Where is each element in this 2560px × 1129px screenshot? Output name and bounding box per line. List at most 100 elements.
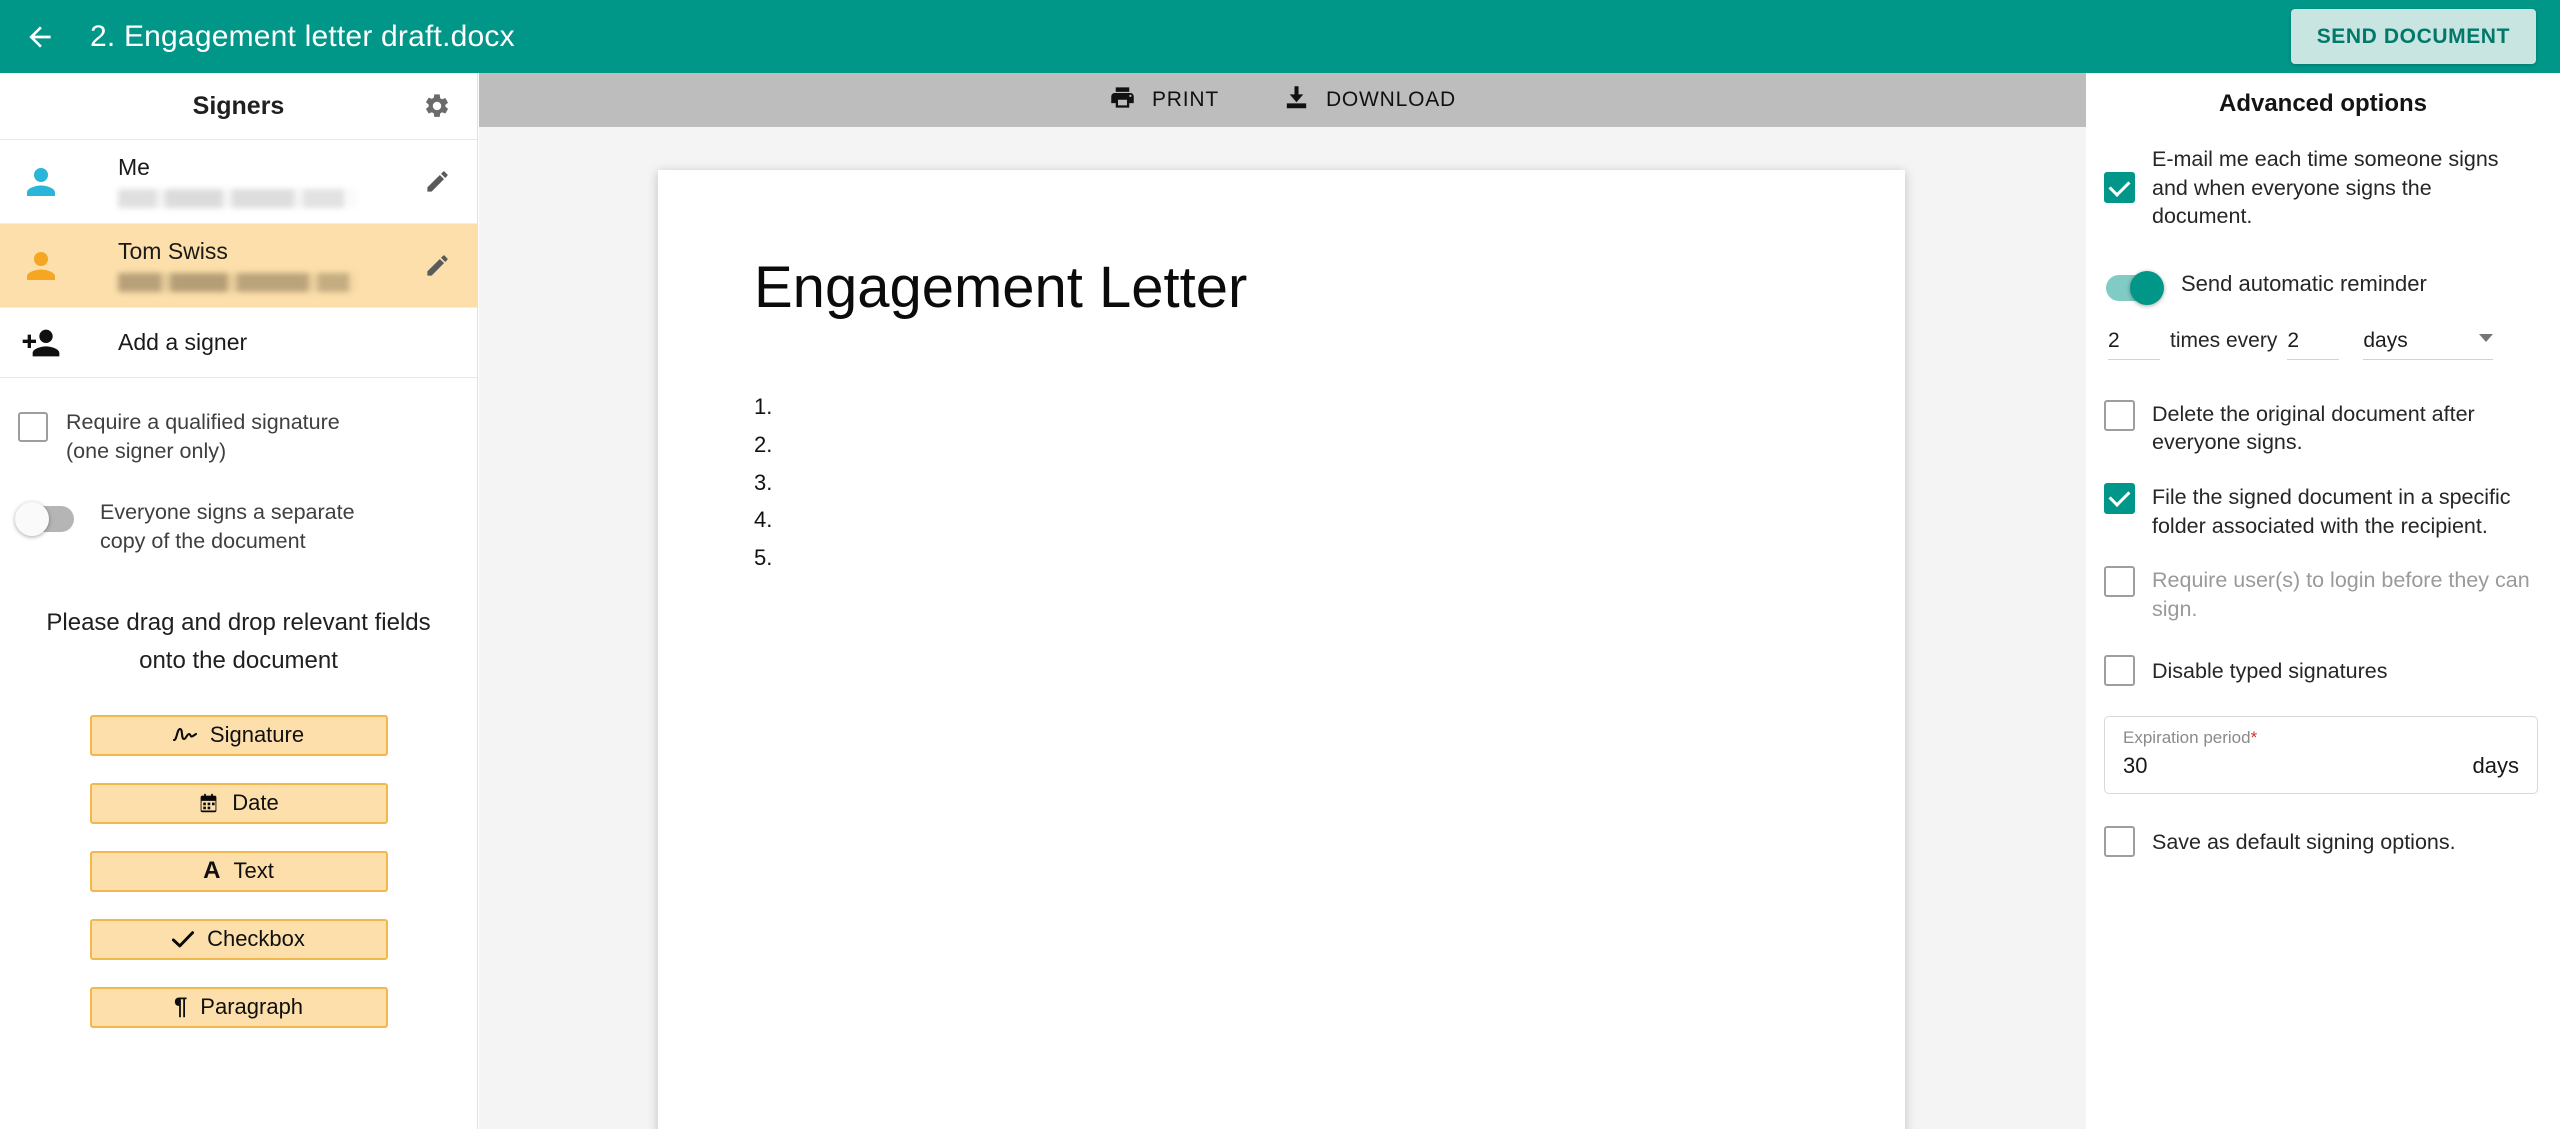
delete-original-label: Delete the original document after every… — [2152, 401, 2475, 455]
delete-original-checkbox[interactable] — [2104, 399, 2135, 431]
send-document-button[interactable]: SEND DOCUMENT — [2290, 9, 2536, 64]
download-label: DOWNLOAD — [1325, 88, 1457, 111]
reminder-separator-label: times every — [2170, 328, 2278, 352]
reminder-frequency-row: 2 times every 2 days — [2086, 329, 2560, 360]
separate-copy-option[interactable]: Everyone signs a separate copy of the do… — [0, 498, 477, 556]
reminder-count-input[interactable]: 2 — [2108, 329, 2160, 360]
require-login-option[interactable]: Require user(s) to login before they can… — [2086, 566, 2560, 623]
signer-info: Tom Swiss — [68, 237, 463, 293]
back-arrow-icon[interactable] — [18, 15, 62, 59]
chevron-down-icon — [2479, 334, 2494, 343]
separate-copy-label: Everyone signs a separate copy of the do… — [100, 500, 355, 554]
field-button-text[interactable]: A Text — [89, 850, 388, 892]
field-button-date[interactable]: Date — [89, 782, 388, 824]
expiration-period-field[interactable]: Expiration period* 30 days — [2104, 716, 2538, 795]
automatic-reminder-option[interactable]: Send automatic reminder — [2086, 267, 2560, 305]
add-signer-label: Add a signer — [118, 329, 248, 355]
require-login-label: Require user(s) to login before they can… — [2152, 568, 2530, 621]
qualified-signature-checkbox[interactable] — [18, 412, 48, 442]
person-add-icon — [14, 323, 68, 363]
print-button[interactable]: PRINT — [1109, 84, 1219, 117]
qualified-signature-option[interactable]: Require a qualified signature (one signe… — [0, 408, 477, 466]
disable-typed-signatures-option[interactable]: Disable typed signatures — [2086, 655, 2560, 687]
reminder-interval-input[interactable]: 2 — [2287, 329, 2340, 360]
signer-info: Me — [68, 153, 463, 209]
signers-header: Signers — [0, 73, 477, 140]
document-page[interactable]: Engagement Letter 1. 2. 3. 4. 5. — [658, 170, 1905, 1129]
download-button[interactable]: DOWNLOAD — [1283, 84, 1456, 117]
save-default-label: Save as default signing options. — [2152, 829, 2456, 854]
signature-icon — [172, 727, 197, 743]
signer-row[interactable]: Tom Swiss — [0, 224, 477, 308]
email-notification-checkbox[interactable] — [2104, 172, 2135, 204]
document-heading: Engagement Letter — [754, 255, 1248, 320]
list-item: 4. — [754, 507, 773, 533]
field-button-paragraph[interactable]: ¶ Paragraph — [89, 986, 388, 1028]
required-marker: * — [2250, 728, 2258, 748]
save-default-option[interactable]: Save as default signing options. — [2086, 826, 2560, 858]
text-icon: A — [203, 857, 221, 885]
signer-row[interactable]: Me — [0, 140, 477, 224]
separate-copy-toggle[interactable] — [15, 502, 74, 537]
reminder-unit-select[interactable]: days — [2363, 328, 2494, 360]
document-title: 2. Engagement letter draft.docx — [90, 19, 515, 53]
disable-typed-signatures-label: Disable typed signatures — [2152, 658, 2388, 683]
toggle-knob — [2130, 270, 2164, 305]
toggle-knob — [15, 502, 49, 537]
paragraph-icon: ¶ — [173, 993, 188, 1021]
qualified-signature-label: Require a qualified signature (one signe… — [66, 410, 340, 464]
signers-title: Signers — [192, 91, 285, 120]
add-signer-button[interactable]: Add a signer — [0, 308, 477, 378]
printer-icon — [1109, 84, 1136, 117]
avatar — [14, 162, 68, 202]
field-button-signature[interactable]: Signature — [89, 714, 388, 756]
gear-icon[interactable] — [417, 86, 457, 126]
field-button-checkbox[interactable]: Checkbox — [89, 918, 388, 960]
check-icon — [172, 931, 195, 948]
expiration-period-unit: days — [2472, 753, 2519, 779]
document-numbered-list: 1. 2. 3. 4. 5. — [754, 388, 772, 577]
advanced-options-panel: Advanced options E-mail me each time som… — [2086, 73, 2560, 1129]
automatic-reminder-toggle[interactable] — [2106, 270, 2164, 305]
reminder-unit-value: days — [2363, 328, 2408, 352]
file-signed-document-label: File the signed document in a specific f… — [2152, 484, 2511, 538]
automatic-reminder-label: Send automatic reminder — [2181, 270, 2427, 296]
print-label: PRINT — [1151, 88, 1219, 111]
list-item: 5. — [754, 545, 773, 571]
field-button-label: Paragraph — [200, 994, 304, 1020]
app-bar: 2. Engagement letter draft.docx SEND DOC… — [0, 0, 2560, 73]
file-signed-document-checkbox[interactable] — [2104, 482, 2135, 514]
pencil-icon[interactable] — [419, 164, 455, 200]
document-viewer: PRINT DOWNLOAD Engagement Letter 1. 2. 3… — [479, 73, 2086, 1129]
list-item: 2. — [754, 431, 773, 457]
disable-typed-signatures-checkbox[interactable] — [2104, 655, 2135, 687]
email-notification-option[interactable]: E-mail me each time someone signs and wh… — [2086, 145, 2560, 231]
download-icon — [1283, 84, 1310, 117]
list-item: 3. — [754, 469, 773, 495]
email-notification-label: E-mail me each time someone signs and wh… — [2152, 147, 2499, 229]
field-button-label: Text — [233, 858, 274, 884]
expiration-period-input[interactable]: 30 — [2123, 753, 2519, 779]
advanced-options-title: Advanced options — [2218, 90, 2428, 117]
signer-name: Tom Swiss — [118, 237, 228, 264]
signer-name: Me — [118, 153, 150, 180]
pencil-icon[interactable] — [419, 248, 455, 284]
avatar — [14, 246, 68, 286]
field-palette: Signature Date A Text Checkbox ¶ Paragra… — [0, 714, 477, 1075]
field-button-label: Date — [232, 790, 279, 816]
list-item: 1. — [754, 394, 773, 419]
viewer-toolbar: PRINT DOWNLOAD — [479, 73, 2086, 127]
expiration-period-label: Expiration period* — [2123, 728, 2519, 748]
signers-sidebar: Signers Me Tom Swiss Add a signer Requir… — [0, 73, 478, 1129]
field-button-label: Checkbox — [207, 926, 305, 952]
require-login-checkbox[interactable] — [2104, 566, 2135, 598]
calendar-icon — [198, 793, 219, 814]
delete-original-option[interactable]: Delete the original document after every… — [2086, 399, 2560, 457]
save-default-checkbox[interactable] — [2104, 826, 2135, 858]
signer-email-redacted — [118, 273, 356, 293]
drag-drop-hint: Please drag and drop relevant fields ont… — [46, 609, 431, 675]
expiration-period-label-text: Expiration period — [2123, 728, 2251, 748]
file-signed-document-option[interactable]: File the signed document in a specific f… — [2086, 482, 2560, 540]
signer-email-redacted — [118, 189, 356, 209]
field-button-label: Signature — [209, 722, 305, 748]
